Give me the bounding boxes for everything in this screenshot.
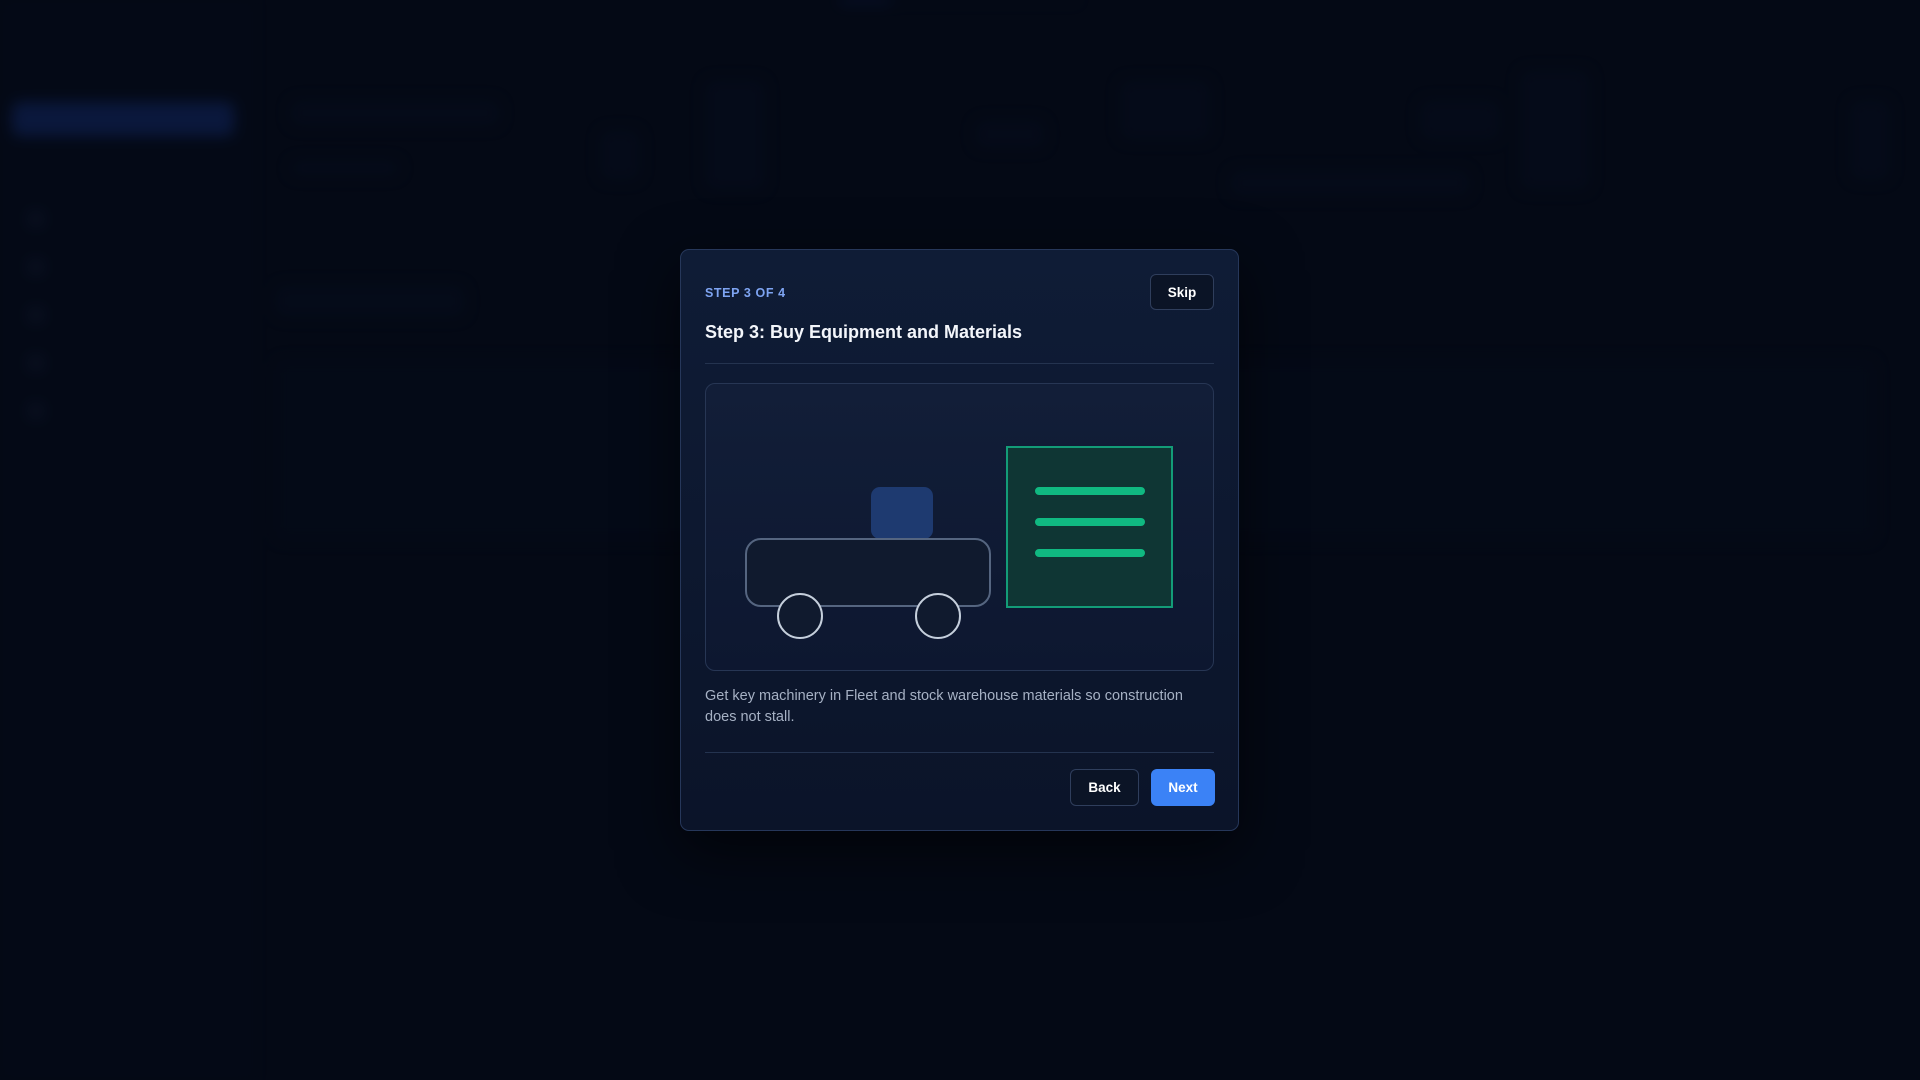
document-icon bbox=[1006, 446, 1173, 608]
header-divider bbox=[705, 363, 1214, 364]
illustration-canvas bbox=[745, 446, 1173, 639]
next-button[interactable]: Next bbox=[1151, 769, 1215, 806]
step-description: Get key machinery in Fleet and stock war… bbox=[705, 688, 1183, 725]
modal-title: Step 3: Buy Equipment and Materials bbox=[705, 322, 1023, 342]
truck-icon bbox=[745, 487, 991, 639]
footer-divider bbox=[705, 752, 1214, 753]
skip-button[interactable]: Skip bbox=[1150, 274, 1214, 310]
step-illustration bbox=[705, 383, 1214, 671]
step-indicator: STEP 3 OF 4 bbox=[705, 286, 786, 300]
back-button[interactable]: Back bbox=[1070, 769, 1139, 806]
onboarding-modal: STEP 3 OF 4 Skip Step 3: Buy Equipment a… bbox=[680, 249, 1239, 831]
app-window: STEP 3 OF 4 Skip Step 3: Buy Equipment a… bbox=[0, 0, 1920, 1080]
